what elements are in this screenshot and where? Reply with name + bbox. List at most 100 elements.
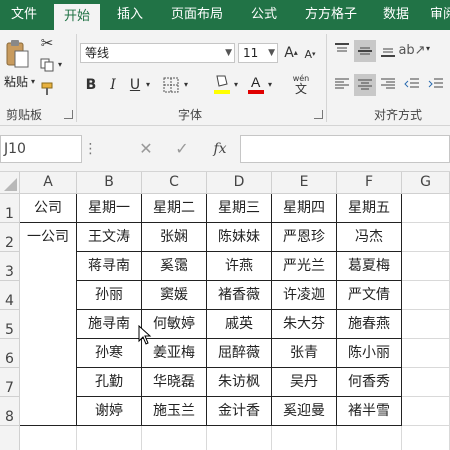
cell-f8[interactable]: 褚半雪 bbox=[337, 397, 402, 426]
cell-e4[interactable]: 许凌迦 bbox=[272, 281, 337, 310]
cell-f1[interactable]: 星期五 bbox=[337, 194, 402, 223]
cell-b1[interactable]: 星期一 bbox=[77, 194, 142, 223]
cell-a1[interactable]: 公司 bbox=[20, 194, 77, 223]
cell-e3[interactable]: 严光兰 bbox=[272, 252, 337, 281]
format-painter-icon[interactable] bbox=[38, 80, 56, 98]
tab-fangfang[interactable]: 方方格子 bbox=[294, 0, 368, 30]
cell-e5[interactable]: 朱大芬 bbox=[272, 310, 337, 339]
cell-g1[interactable] bbox=[402, 194, 450, 223]
cell-e7[interactable]: 吴丹 bbox=[272, 368, 337, 397]
tab-formulas[interactable]: 公式 bbox=[240, 0, 288, 30]
row-header-4[interactable]: 4 bbox=[0, 281, 20, 310]
underline-dropdown-icon[interactable]: ▾ bbox=[144, 78, 152, 92]
cell-d5[interactable]: 戚英 bbox=[207, 310, 272, 339]
enter-icon[interactable]: ✓ bbox=[172, 138, 192, 160]
cell-c3[interactable]: 奚霭 bbox=[142, 252, 207, 281]
cell-e1[interactable]: 星期四 bbox=[272, 194, 337, 223]
cell-g3[interactable] bbox=[402, 252, 450, 281]
tab-review[interactable]: 审阅 bbox=[424, 0, 450, 30]
row-header-5[interactable]: 5 bbox=[0, 310, 20, 339]
paste-dropdown-icon[interactable]: ▾ bbox=[29, 78, 37, 86]
tab-data[interactable]: 数据 bbox=[372, 0, 420, 30]
cell-e9[interactable] bbox=[272, 426, 337, 450]
decrease-indent-icon[interactable] bbox=[402, 74, 422, 94]
decrease-font-icon[interactable]: A ▾ bbox=[302, 46, 318, 62]
column-header-g[interactable]: G bbox=[402, 172, 450, 194]
cell-b2[interactable]: 王文涛 bbox=[77, 223, 142, 252]
cell-a9[interactable] bbox=[20, 426, 77, 450]
row-header-8[interactable]: 8 bbox=[0, 397, 20, 426]
tab-home[interactable]: 开始 bbox=[54, 4, 100, 30]
borders-icon[interactable] bbox=[160, 74, 182, 96]
align-left-icon[interactable] bbox=[332, 74, 352, 94]
cell-d6[interactable]: 屈醉薇 bbox=[207, 339, 272, 368]
tab-file[interactable]: 文件 bbox=[0, 0, 48, 30]
cell-b9[interactable] bbox=[77, 426, 142, 450]
align-middle-icon[interactable] bbox=[354, 40, 376, 62]
bold-button[interactable]: B bbox=[82, 74, 100, 96]
fill-color-icon[interactable] bbox=[212, 72, 232, 96]
font-color-dropdown-icon[interactable]: ▾ bbox=[266, 78, 274, 92]
cell-g5[interactable] bbox=[402, 310, 450, 339]
cell-b3[interactable]: 蒋寻南 bbox=[77, 252, 142, 281]
clipboard-launcher-icon[interactable] bbox=[64, 110, 73, 119]
cell-b4[interactable]: 孙丽 bbox=[77, 281, 142, 310]
row-header-2[interactable]: 2 bbox=[0, 223, 20, 252]
align-right-icon[interactable] bbox=[378, 74, 398, 94]
row-header-7[interactable]: 7 bbox=[0, 368, 20, 397]
name-box[interactable]: J10 bbox=[0, 135, 82, 163]
cell-b7[interactable]: 孔勤 bbox=[77, 368, 142, 397]
cell-f2[interactable]: 冯杰 bbox=[337, 223, 402, 252]
fill-color-dropdown-icon[interactable]: ▾ bbox=[232, 78, 240, 92]
increase-font-icon[interactable]: A ▴ bbox=[282, 44, 300, 62]
borders-dropdown-icon[interactable]: ▾ bbox=[182, 78, 190, 92]
cell-d8[interactable]: 金计香 bbox=[207, 397, 272, 426]
cell-a2-merged[interactable]: 一公司 bbox=[20, 223, 77, 426]
cell-f4[interactable]: 严文倩 bbox=[337, 281, 402, 310]
cell-f9[interactable] bbox=[337, 426, 402, 450]
cell-d3[interactable]: 许燕 bbox=[207, 252, 272, 281]
cell-c4[interactable]: 窦媛 bbox=[142, 281, 207, 310]
tab-page-layout[interactable]: 页面布局 bbox=[160, 0, 234, 30]
column-header-e[interactable]: E bbox=[272, 172, 337, 194]
cell-f5[interactable]: 施春燕 bbox=[337, 310, 402, 339]
paste-icon[interactable] bbox=[4, 38, 30, 70]
copy-icon[interactable] bbox=[38, 56, 56, 74]
cell-b6[interactable]: 孙寒 bbox=[77, 339, 142, 368]
cancel-icon[interactable]: ✕ bbox=[136, 138, 156, 160]
column-header-c[interactable]: C bbox=[142, 172, 207, 194]
column-header-b[interactable]: B bbox=[77, 172, 142, 194]
cell-g9[interactable] bbox=[402, 426, 450, 450]
cell-g6[interactable] bbox=[402, 339, 450, 368]
tab-insert[interactable]: 插入 bbox=[106, 0, 154, 30]
cell-d4[interactable]: 褚香薇 bbox=[207, 281, 272, 310]
cell-d9[interactable] bbox=[207, 426, 272, 450]
cell-d7[interactable]: 朱访枫 bbox=[207, 368, 272, 397]
row-header-3[interactable]: 3 bbox=[0, 252, 20, 281]
column-header-f[interactable]: F bbox=[337, 172, 402, 194]
align-top-icon[interactable] bbox=[332, 40, 352, 60]
italic-button[interactable]: I bbox=[104, 74, 122, 96]
align-center-icon[interactable] bbox=[354, 74, 376, 96]
align-bottom-icon[interactable] bbox=[378, 40, 398, 60]
cell-c7[interactable]: 华晓磊 bbox=[142, 368, 207, 397]
column-header-a[interactable]: A bbox=[20, 172, 77, 194]
text-orientation-icon[interactable]: ab↗ bbox=[398, 40, 425, 60]
cell-d1[interactable]: 星期三 bbox=[207, 194, 272, 223]
cell-b5[interactable]: 施寻南 bbox=[77, 310, 142, 339]
cell-b8[interactable]: 谢婷 bbox=[77, 397, 142, 426]
cell-c9[interactable] bbox=[142, 426, 207, 450]
row-header-6[interactable]: 6 bbox=[0, 339, 20, 368]
column-header-d[interactable]: D bbox=[207, 172, 272, 194]
select-all-corner[interactable] bbox=[0, 172, 20, 194]
font-color-icon[interactable]: A bbox=[246, 72, 266, 96]
paste-label[interactable]: 粘贴 bbox=[4, 73, 28, 90]
cell-f3[interactable]: 葛夏梅 bbox=[337, 252, 402, 281]
copy-dropdown-icon[interactable]: ▾ bbox=[56, 58, 64, 72]
cell-c2[interactable]: 张娴 bbox=[142, 223, 207, 252]
font-launcher-icon[interactable] bbox=[314, 110, 323, 119]
insert-function-icon[interactable]: fx bbox=[208, 138, 232, 160]
cell-f7[interactable]: 何香秀 bbox=[337, 368, 402, 397]
row-header-9[interactable] bbox=[0, 426, 20, 450]
cell-e6[interactable]: 张青 bbox=[272, 339, 337, 368]
